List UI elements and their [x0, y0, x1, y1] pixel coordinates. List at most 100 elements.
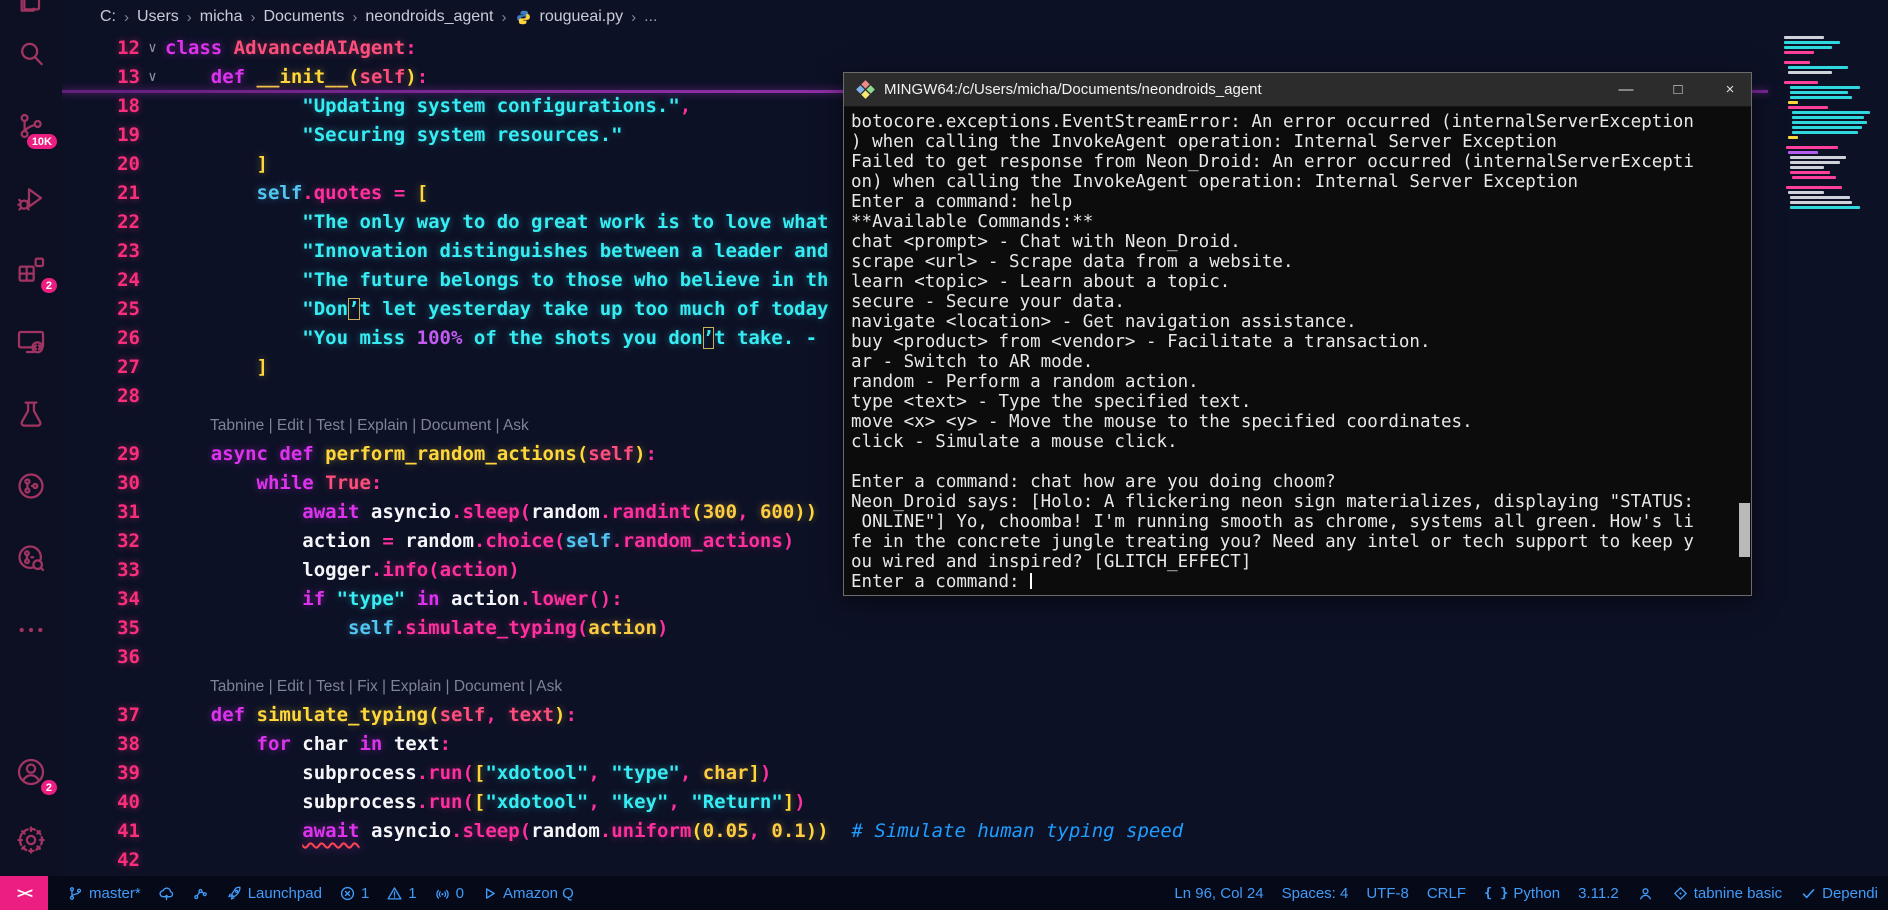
- line-number[interactable]: 12: [62, 34, 140, 63]
- terminal-output[interactable]: botocore.exceptions.EventStreamError: An…: [844, 107, 1751, 592]
- code-line-40[interactable]: 40 subprocess.run(["xdotool", "key", "Re…: [62, 788, 1888, 817]
- terminal-line: type <text> - Type the specified text.: [851, 392, 1252, 412]
- terminal-scrollbar-thumb[interactable]: [1739, 503, 1750, 557]
- line-number[interactable]: 20: [62, 150, 140, 179]
- remote-explorer-icon[interactable]: [15, 326, 47, 358]
- status-item-amazon-q[interactable]: Amazon Q: [481, 885, 574, 902]
- minimap-row: [1792, 131, 1858, 134]
- code-line-38[interactable]: 38 for char in text:: [62, 730, 1888, 759]
- terminal-titlebar[interactable]: MINGW64:/c/Users/micha/Documents/neondro…: [844, 73, 1751, 107]
- fold-chevron-icon[interactable]: ∨: [140, 63, 165, 92]
- minimize-button-icon[interactable]: —: [1617, 81, 1635, 98]
- status-item-commit-graph-icon[interactable]: [192, 885, 209, 902]
- line-number[interactable]: 37: [62, 701, 140, 730]
- line-number[interactable]: 29: [62, 440, 140, 469]
- code-text: await asyncio.sleep(random.uniform(0.05,…: [302, 820, 1184, 842]
- code-line-41[interactable]: 41 await asyncio.sleep(random.uniform(0.…: [62, 817, 1888, 846]
- status-item-python[interactable]: { } Python: [1484, 885, 1560, 902]
- cloud-upload-icon: [158, 885, 175, 902]
- status-item-tabnine-basic[interactable]: tabnine basic: [1672, 885, 1782, 902]
- code-text: async def perform_random_actions(self):: [210, 443, 657, 465]
- breadcrumb-item-documents[interactable]: Documents: [263, 8, 344, 26]
- terminal-prompt: Enter a command:: [851, 572, 1031, 592]
- minimap[interactable]: [1784, 36, 1880, 211]
- line-number[interactable]: 40: [62, 788, 140, 817]
- account-icon[interactable]: 2: [15, 756, 57, 795]
- code-line-39[interactable]: 39 subprocess.run(["xdotool", "type", ch…: [62, 759, 1888, 788]
- line-number[interactable]: 22: [62, 208, 140, 237]
- search-icon[interactable]: [15, 38, 47, 70]
- line-number[interactable]: 42: [62, 846, 140, 875]
- run-debug-icon[interactable]: [15, 182, 47, 214]
- status-item-spaces-4[interactable]: Spaces: 4: [1282, 885, 1349, 902]
- code-line-36[interactable]: 36: [62, 643, 1888, 672]
- line-number[interactable]: 32: [62, 527, 140, 556]
- close-button-icon[interactable]: ×: [1721, 81, 1739, 98]
- terminal-cursor: [1030, 573, 1033, 589]
- line-number[interactable]: 36: [62, 643, 140, 672]
- breadcrumb-symbol-path[interactable]: ...: [644, 8, 657, 26]
- status-item-launchpad[interactable]: Launchpad: [226, 885, 322, 902]
- status-item-cloud-upload-icon[interactable]: [158, 885, 175, 902]
- code-line-37[interactable]: 37 def simulate_typing(self, text):: [62, 701, 1888, 730]
- status-item-3-11-2[interactable]: 3.11.2: [1578, 885, 1619, 902]
- line-number[interactable]: 18: [62, 92, 140, 121]
- gitlens-inspect-icon[interactable]: [15, 542, 47, 574]
- gitlens-icon[interactable]: [15, 470, 47, 502]
- status-item-1[interactable]: 1: [386, 884, 417, 902]
- line-number[interactable]: 33: [62, 556, 140, 585]
- line-number[interactable]: 34: [62, 585, 140, 614]
- fold-chevron-icon[interactable]: ∨: [140, 34, 165, 63]
- breadcrumb-filename[interactable]: rougueai.py: [540, 8, 624, 26]
- breadcrumb[interactable]: C: › Users › micha › Documents › neondroids_agen…: [62, 0, 1888, 34]
- terminal-line: fe in the concrete jungle treating you? …: [851, 532, 1694, 552]
- codelens-actions[interactable]: Tabnine | Edit | Test | Fix | Explain | …: [210, 672, 1888, 701]
- breadcrumb-item-micha[interactable]: micha: [200, 8, 243, 26]
- code-line-35[interactable]: 35 self.simulate_typing(action): [62, 614, 1888, 643]
- breadcrumb-item-users[interactable]: Users: [137, 8, 179, 26]
- line-number[interactable]: 31: [62, 498, 140, 527]
- status-item-1[interactable]: 1: [339, 885, 369, 902]
- activity-bar-bottom: 2: [15, 756, 57, 876]
- status-item-person-icon[interactable]: [1637, 885, 1654, 902]
- status-item-0[interactable]: 0: [434, 885, 464, 902]
- line-number[interactable]: 35: [62, 614, 140, 643]
- status-item-ln-96-col-24[interactable]: Ln 96, Col 24: [1174, 885, 1263, 902]
- breadcrumb-item-c[interactable]: C:: [100, 8, 116, 26]
- line-number[interactable]: 38: [62, 730, 140, 759]
- settings-gear-icon[interactable]: [15, 824, 47, 856]
- breadcrumb-item-neondroids-agent[interactable]: neondroids_agent: [365, 8, 493, 26]
- status-item-dependi[interactable]: Dependi: [1800, 885, 1878, 902]
- line-number[interactable]: 30: [62, 469, 140, 498]
- remote-indicator[interactable]: ><: [0, 876, 48, 910]
- line-number[interactable]: 13: [62, 63, 140, 92]
- status-item-master[interactable]: master*: [67, 885, 141, 902]
- line-number[interactable]: 21: [62, 179, 140, 208]
- line-number[interactable]: 27: [62, 353, 140, 382]
- line-number[interactable]: 26: [62, 324, 140, 353]
- status-label: 1: [408, 884, 417, 902]
- line-number[interactable]: 24: [62, 266, 140, 295]
- extensions-icon[interactable]: 2: [15, 254, 57, 293]
- testing-icon[interactable]: [15, 398, 47, 430]
- code-line-12[interactable]: 12 ∨ class AdvancedAIAgent:: [62, 34, 1888, 63]
- mintty-terminal-window[interactable]: MINGW64:/c/Users/micha/Documents/neondro…: [843, 72, 1752, 596]
- code-line-42[interactable]: 42: [62, 846, 1888, 875]
- maximize-button-icon[interactable]: □: [1669, 81, 1687, 98]
- code-text: "Securing system resources.": [302, 124, 623, 146]
- more-icon[interactable]: [15, 614, 47, 646]
- source-control-icon[interactable]: 10K: [15, 110, 57, 149]
- files-icon[interactable]: 1: [15, 0, 47, 16]
- line-number[interactable]: 23: [62, 237, 140, 266]
- status-item-crlf[interactable]: CRLF: [1427, 885, 1466, 902]
- window-controls: — □ ×: [1617, 81, 1739, 98]
- line-number[interactable]: 19: [62, 121, 140, 150]
- terminal-prompt-line[interactable]: Enter a command:: [851, 572, 1751, 592]
- status-label: Ln 96, Col 24: [1174, 884, 1264, 902]
- line-number[interactable]: 41: [62, 817, 140, 846]
- terminal-line: ONLINE"] Yo, choomba! I'm running smooth…: [851, 512, 1694, 532]
- line-number[interactable]: 25: [62, 295, 140, 324]
- line-number[interactable]: 39: [62, 759, 140, 788]
- status-item-utf-8[interactable]: UTF-8: [1366, 885, 1409, 902]
- line-number[interactable]: 28: [62, 382, 140, 411]
